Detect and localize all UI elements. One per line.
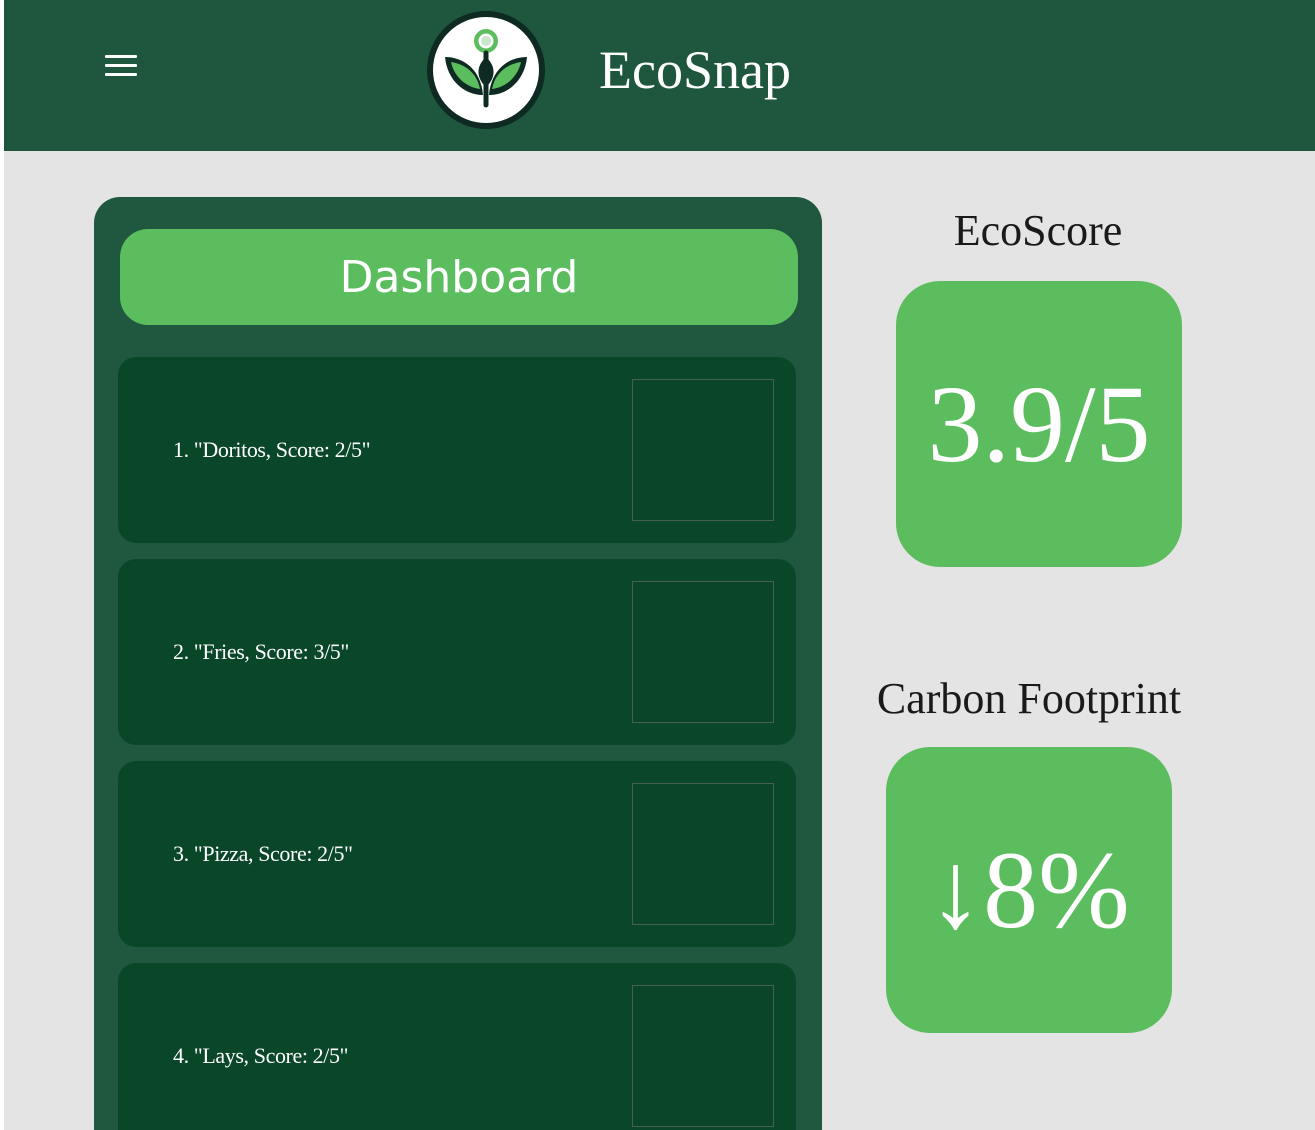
- item-thumbnail: [632, 783, 774, 925]
- item-thumbnail: [632, 985, 774, 1127]
- list-item-label: 4. "Lays, Score: 2/5": [173, 1043, 349, 1068]
- carbon-footprint-value: ↓8%: [886, 747, 1172, 1033]
- list-item[interactable]: 3. "Pizza, Score: 2/5": [118, 761, 796, 947]
- leaf-sprout-logo-icon: [425, 9, 547, 131]
- app-header: EcoSnap: [4, 0, 1315, 151]
- list-item[interactable]: 2. "Fries, Score: 3/5": [118, 559, 796, 745]
- ecoscore-value: 3.9/5: [896, 281, 1182, 567]
- dashboard-panel: Dashboard 1. "Doritos, Score: 2/5" 2. "F…: [94, 197, 822, 1130]
- app-title: EcoSnap: [599, 40, 791, 100]
- hamburger-menu-icon[interactable]: [105, 51, 139, 79]
- list-item-label: 3. "Pizza, Score: 2/5": [173, 841, 353, 866]
- carbon-footprint-label: Carbon Footprint: [876, 674, 1182, 723]
- item-thumbnail: [632, 581, 774, 723]
- list-item-label: 1. "Doritos, Score: 2/5": [173, 437, 371, 462]
- dashboard-button[interactable]: Dashboard: [120, 229, 798, 325]
- item-thumbnail: [632, 379, 774, 521]
- ecoscore-label: EcoScore: [953, 206, 1123, 255]
- list-item[interactable]: 4. "Lays, Score: 2/5": [118, 963, 796, 1130]
- app-page: EcoSnap Dashboard 1. "Doritos, Score: 2/…: [4, 0, 1315, 1130]
- list-item[interactable]: 1. "Doritos, Score: 2/5": [118, 357, 796, 543]
- list-item-label: 2. "Fries, Score: 3/5": [173, 639, 349, 664]
